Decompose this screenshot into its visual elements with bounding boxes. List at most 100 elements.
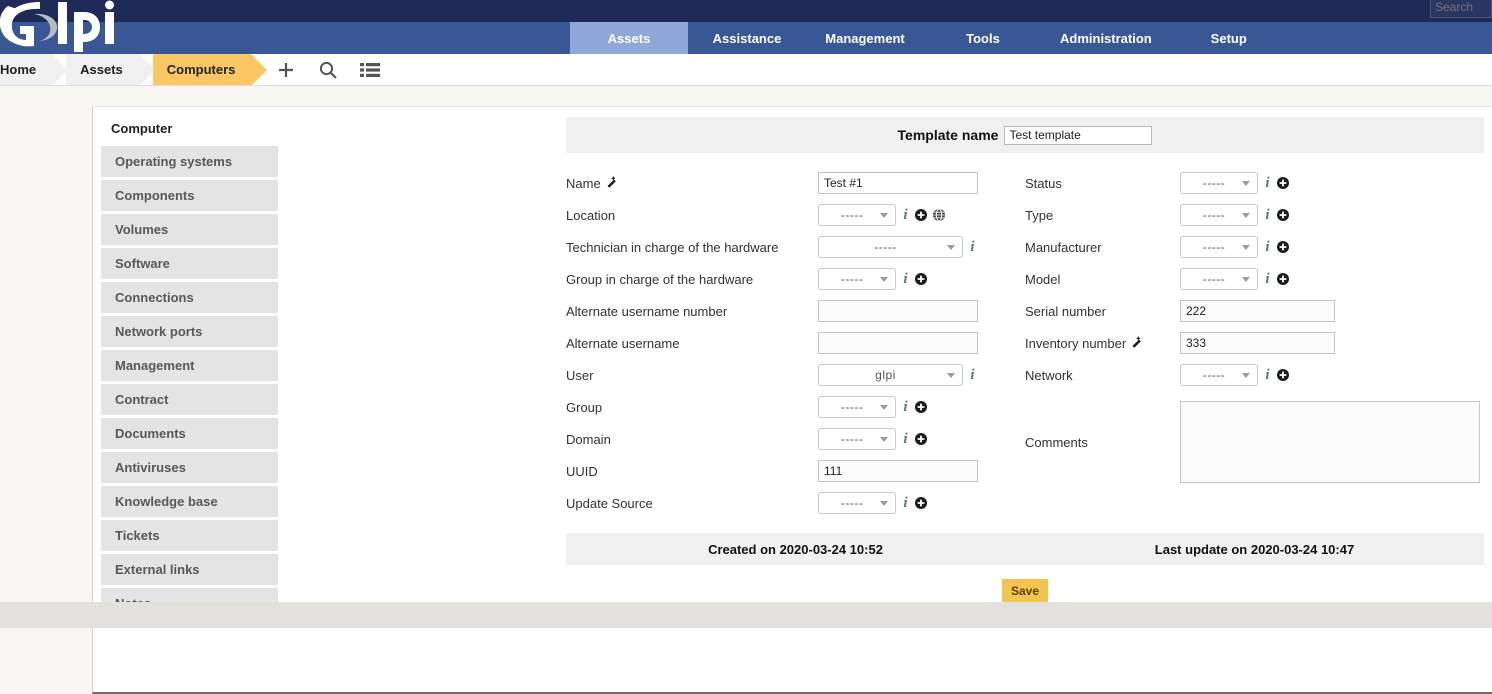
sidebar-item-management[interactable]: Management [101,350,278,381]
add-icon[interactable] [1277,369,1289,381]
field-comments: Comments [1025,401,1484,483]
sidebar-item-volumes[interactable]: Volumes [101,214,278,245]
location-dropdown[interactable]: ----- [818,204,896,226]
chevron-down-icon [880,213,888,218]
group-in-charge-dropdown[interactable]: ----- [818,268,896,290]
add-icon[interactable] [275,59,297,81]
sidebar-item-components[interactable]: Components [101,180,278,211]
add-icon[interactable] [915,209,927,221]
search-icon[interactable] [317,59,339,81]
comments-textarea[interactable] [1180,401,1480,483]
field-domain: Domain ----- i [566,423,1025,455]
network-dropdown[interactable]: ----- [1180,364,1258,386]
inventory-number-input[interactable] [1180,332,1335,354]
sidebar-item-connections[interactable]: Connections [101,282,278,313]
breadcrumb-label: Assets [80,62,123,77]
save-button[interactable]: Save [1001,579,1049,603]
field-control: ----- i [1180,236,1289,258]
main-navigation: Assets Assistance Management Tools Admin… [0,22,1492,54]
breadcrumb-item-computers[interactable]: Computers [152,54,267,86]
field-group: Group ----- i [566,391,1025,423]
sidebar-item-label: Knowledge base [115,494,218,509]
nav-item-label: Administration [1060,30,1152,46]
info-icon[interactable]: i [1264,271,1271,287]
chevron-down-icon [880,405,888,410]
info-icon[interactable]: i [1264,207,1271,223]
domain-dropdown[interactable]: ----- [818,428,896,450]
info-icon[interactable]: i [1264,367,1271,383]
info-icon[interactable]: i [902,495,909,511]
type-dropdown[interactable]: ----- [1180,204,1258,226]
sidebar-item-label: Contract [115,392,169,407]
breadcrumb-item-assets[interactable]: Assets [66,54,155,86]
alternate-username-number-input[interactable] [818,300,978,322]
dropdown-value: ----- [840,432,864,446]
chevron-down-icon [880,437,888,442]
breadcrumb-item-home[interactable]: Home [0,54,69,86]
serial-number-input[interactable] [1180,300,1335,322]
nav-item-tools[interactable]: Tools [924,22,1042,54]
sidebar-item-software[interactable]: Software [101,248,278,279]
add-icon[interactable] [915,401,927,413]
nav-item-management[interactable]: Management [806,22,924,54]
add-icon[interactable] [1277,209,1289,221]
field-name: Name [566,167,1025,199]
nav-item-assets[interactable]: Assets [570,22,688,54]
info-icon[interactable]: i [902,207,909,223]
chevron-down-icon [880,277,888,282]
nav-item-assistance[interactable]: Assistance [688,22,806,54]
nav-item-label: Assistance [712,30,782,46]
info-icon[interactable]: i [1264,239,1271,255]
sidebar-item-documents[interactable]: Documents [101,418,278,449]
dropdown-value: ----- [840,496,864,510]
nav-item-setup[interactable]: Setup [1170,22,1288,54]
sidebar-item-antiviruses[interactable]: Antiviruses [101,452,278,483]
template-name-input[interactable] [1004,125,1153,145]
sidebar-item-external-links[interactable]: External links [101,554,278,585]
nav-item-label: Tools [966,30,1000,46]
add-icon[interactable] [1277,241,1289,253]
add-icon[interactable] [1277,273,1289,285]
info-icon[interactable]: i [902,431,909,447]
sidebar-item-contract[interactable]: Contract [101,384,278,415]
model-dropdown[interactable]: ----- [1180,268,1258,290]
globe-icon[interactable] [933,209,945,221]
sidebar-item-network-ports[interactable]: Network ports [101,316,278,347]
timestamps-bar: Created on 2020-03-24 10:52 Last update … [566,533,1484,565]
technician-dropdown[interactable]: ----- [818,236,963,258]
status-dropdown[interactable]: ----- [1180,172,1258,194]
chevron-down-icon [880,501,888,506]
info-icon[interactable]: i [902,271,909,287]
manufacturer-dropdown[interactable]: ----- [1180,236,1258,258]
field-control: ----- i [818,204,945,226]
sidebar-item-knowledge-base[interactable]: Knowledge base [101,486,278,517]
user-dropdown[interactable]: glpi [818,364,963,386]
sidebar-item-label: Operating systems [115,154,233,169]
field-label: Type [1025,207,1054,223]
search-input[interactable] [1430,0,1492,18]
nav-item-administration[interactable]: Administration [1042,22,1170,54]
alternate-username-input[interactable] [818,332,978,354]
field-control: ----- i [1180,364,1289,386]
field-technician: Technician in charge of the hardware ---… [566,231,1025,263]
add-icon[interactable] [915,497,927,509]
update-source-dropdown[interactable]: ----- [818,492,896,514]
name-input[interactable] [818,172,978,194]
group-dropdown[interactable]: ----- [818,396,896,418]
info-icon[interactable]: i [1264,175,1271,191]
breadcrumb-label: Home [0,62,37,77]
uuid-input[interactable] [818,460,978,482]
breadcrumb-toolbar [275,54,381,85]
add-icon[interactable] [915,273,927,285]
field-type: Type ----- i [1025,199,1484,231]
sidebar-item-tickets[interactable]: Tickets [101,520,278,551]
add-icon[interactable] [915,433,927,445]
info-icon[interactable]: i [969,239,976,255]
footer-band [0,602,1492,628]
list-view-icon[interactable] [359,59,381,81]
info-icon[interactable]: i [902,399,909,415]
info-icon[interactable]: i [969,367,976,383]
sidebar-item-operating-systems[interactable]: Operating systems [101,146,278,177]
form-column-left: Name Location ----- [566,167,1025,519]
add-icon[interactable] [1277,177,1289,189]
